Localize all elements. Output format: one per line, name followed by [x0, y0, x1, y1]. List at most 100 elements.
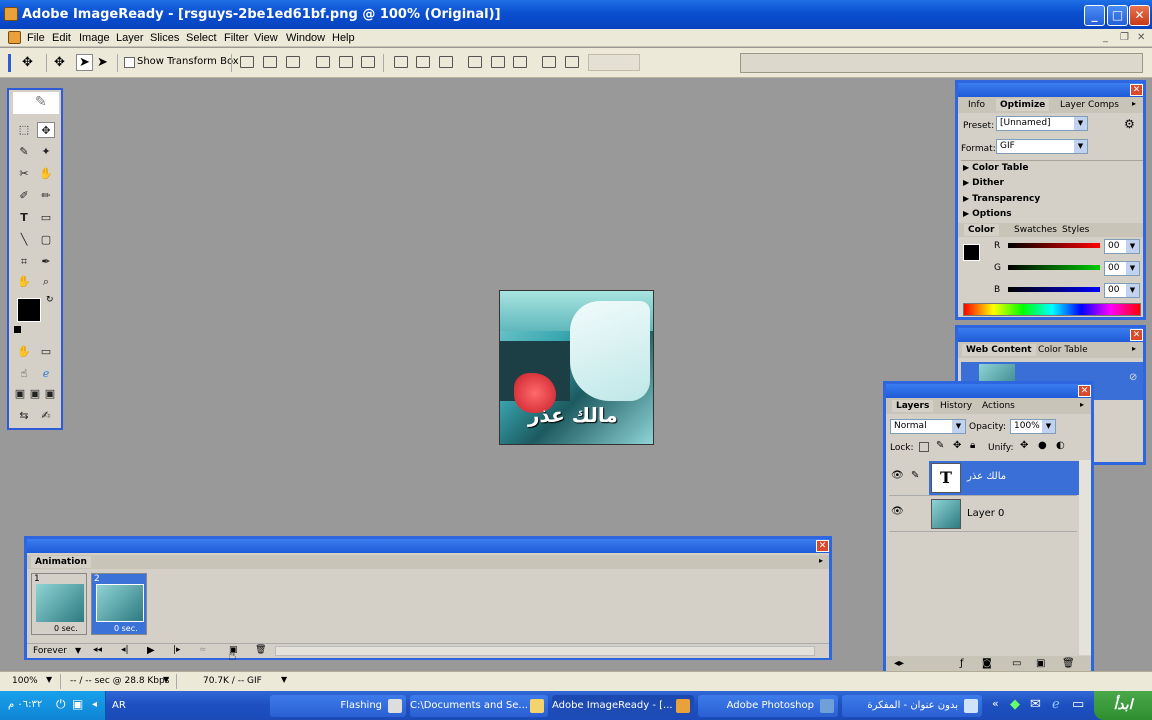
- close-button[interactable]: ✕: [1129, 5, 1150, 26]
- toggle-slices-icon[interactable]: ✋: [15, 344, 33, 360]
- animation-frame-selected[interactable]: 2 0 sec.: [91, 573, 147, 635]
- tab-styles[interactable]: Styles: [1058, 224, 1093, 236]
- distribute-top-icon[interactable]: [394, 56, 408, 68]
- red-value-field[interactable]: 00 ▼: [1104, 239, 1140, 254]
- align-right-icon[interactable]: [361, 56, 375, 68]
- crop-tool-icon[interactable]: ⌗: [15, 254, 33, 270]
- optimize-menu-arrow-icon[interactable]: ▸: [1132, 99, 1136, 108]
- screen-mode-standard-icon[interactable]: ▣: [13, 386, 27, 402]
- align-hcenter-icon[interactable]: [339, 56, 353, 68]
- hand-tool-icon[interactable]: ✋: [15, 274, 33, 290]
- zoom-level[interactable]: 100%: [12, 676, 38, 686]
- toggle-image-maps-icon[interactable]: ▭: [37, 344, 55, 360]
- swap-colors-icon[interactable]: ↻: [46, 295, 54, 305]
- unify-visibility-icon[interactable]: ●: [1038, 440, 1047, 451]
- screen-mode-full-icon[interactable]: ▣: [43, 386, 57, 402]
- preset-dropdown[interactable]: [Unnamed] ▼: [996, 116, 1088, 131]
- previous-frame-icon[interactable]: ◂|: [121, 645, 129, 655]
- color-ramp[interactable]: [963, 303, 1141, 316]
- tab-color[interactable]: Color: [964, 224, 999, 236]
- new-group-icon[interactable]: ▭: [1012, 658, 1021, 669]
- frame-delay[interactable]: 0 sec.: [54, 624, 78, 633]
- align-vcenter-icon[interactable]: [263, 56, 277, 68]
- pointer-tool-icon[interactable]: ➤: [76, 54, 93, 71]
- eyedropper-tool-icon[interactable]: ✒: [37, 254, 55, 270]
- taskbar-item-flashing[interactable]: Flashing: [270, 695, 406, 717]
- layer-select-icon[interactable]: ✥: [54, 55, 65, 70]
- menu-image[interactable]: Image: [79, 29, 110, 47]
- menu-window[interactable]: Window: [286, 29, 325, 47]
- menu-filter[interactable]: Filter: [224, 29, 248, 47]
- tab-web-content[interactable]: Web Content: [962, 344, 1036, 356]
- tray-arrow-icon[interactable]: ◂: [92, 699, 97, 710]
- doc-restore-icon[interactable]: ❐: [1120, 32, 1129, 43]
- layer-row[interactable]: 👁︎ ✎ T مالك عذر: [889, 460, 1079, 496]
- blue-value-field[interactable]: 00 ▼: [1104, 283, 1140, 298]
- doc-close-icon[interactable]: ✕: [1137, 32, 1145, 43]
- lasso-tool-icon[interactable]: ✎: [15, 144, 33, 160]
- default-colors-icon[interactable]: [14, 326, 21, 333]
- shape-tool-icon[interactable]: ▭: [37, 210, 55, 226]
- unify-style-icon[interactable]: ◐: [1056, 440, 1065, 451]
- menu-file[interactable]: File: [27, 29, 45, 47]
- power-icon[interactable]: ⏻: [56, 697, 66, 712]
- document-canvas-image[interactable]: مالك عذر: [499, 290, 654, 445]
- web-content-titlebar[interactable]: [958, 328, 1143, 342]
- delete-layer-icon[interactable]: 🗑︎: [1062, 658, 1075, 669]
- optimize-palette-titlebar[interactable]: [958, 83, 1143, 97]
- quick-launch-chevron-icon[interactable]: «: [992, 697, 999, 710]
- document-icon[interactable]: [8, 31, 21, 44]
- delete-frame-icon[interactable]: 🗑︎: [255, 645, 266, 655]
- menu-help[interactable]: Help: [332, 29, 355, 47]
- distribute-right-icon[interactable]: [513, 56, 527, 68]
- taskbar-item-photoshop[interactable]: Adobe Photoshop: [698, 695, 838, 717]
- internet-explorer-icon[interactable]: ℯ: [1052, 697, 1060, 712]
- brush-tool-icon[interactable]: ✐: [15, 188, 33, 204]
- taskbar-item-notepad[interactable]: بدون عنوان - المفكرة: [842, 695, 982, 717]
- lock-paint-icon[interactable]: ✎: [936, 440, 944, 451]
- type-tool-icon[interactable]: T: [15, 210, 33, 226]
- tab-layer-comps[interactable]: Layer Comps: [1056, 99, 1123, 111]
- layer-row[interactable]: 👁︎ Layer 0: [889, 496, 1077, 532]
- layer-style-icon[interactable]: ƒ: [960, 658, 964, 669]
- menu-select[interactable]: Select: [186, 29, 217, 47]
- layer-mask-icon[interactable]: ◙: [982, 658, 992, 669]
- next-frame-icon[interactable]: |▸: [173, 645, 181, 655]
- format-dropdown[interactable]: GIF ▼: [996, 139, 1088, 154]
- maximize-button[interactable]: □: [1107, 5, 1128, 26]
- lock-transparency-icon[interactable]: [919, 442, 929, 452]
- animation-palette-titlebar[interactable]: [27, 539, 829, 553]
- screen-mode-full-menu-icon[interactable]: ▣: [28, 386, 42, 402]
- distribute-vspacing-icon[interactable]: [565, 56, 579, 68]
- unify-position-icon[interactable]: ✥: [1020, 440, 1028, 451]
- animation-scrollbar[interactable]: [275, 646, 815, 656]
- section-transparency[interactable]: ▶ Transparency: [963, 194, 1040, 204]
- distribute-hcenter-icon[interactable]: [491, 56, 505, 68]
- align-top-icon[interactable]: [240, 56, 254, 68]
- tab-info[interactable]: Info: [964, 99, 989, 111]
- align-left-icon[interactable]: [316, 56, 330, 68]
- layers-palette-titlebar[interactable]: [886, 384, 1091, 398]
- taskbar-item-documents[interactable]: C:\Documents and Se...: [410, 695, 548, 717]
- tween-icon[interactable]: ≈: [199, 645, 207, 655]
- line-tool-icon[interactable]: ╲: [15, 232, 33, 248]
- layers-scrollbar[interactable]: [1079, 460, 1091, 655]
- distribute-spacing-icon[interactable]: [542, 56, 556, 68]
- chevron-down-icon[interactable]: ▼: [75, 646, 81, 655]
- color-foreground-swatch[interactable]: [963, 244, 980, 261]
- section-dither[interactable]: ▶ Dither: [963, 178, 1004, 188]
- move-tool-icon[interactable]: ✥: [37, 122, 55, 138]
- distribute-vcenter-icon[interactable]: [416, 56, 430, 68]
- download-time[interactable]: -- / -- sec @ 28.8 Kbps: [70, 676, 169, 686]
- layer-visibility-eye-icon[interactable]: 👁︎: [891, 506, 904, 517]
- tab-animation[interactable]: Animation: [31, 556, 91, 568]
- align-bottom-icon[interactable]: [286, 56, 300, 68]
- previous-frame-icon[interactable]: ◂▸: [894, 658, 904, 669]
- language-indicator[interactable]: AR: [112, 700, 126, 711]
- play-icon[interactable]: ▶: [147, 645, 155, 656]
- rect-marquee-tool-icon[interactable]: ⬚: [15, 122, 33, 138]
- preview-in-browser-icon[interactable]: ℯ: [37, 366, 55, 382]
- green-slider[interactable]: [1008, 265, 1100, 270]
- web-content-menu-arrow-icon[interactable]: ▸: [1132, 344, 1136, 353]
- slice-select-tool-icon[interactable]: ✋: [37, 166, 55, 182]
